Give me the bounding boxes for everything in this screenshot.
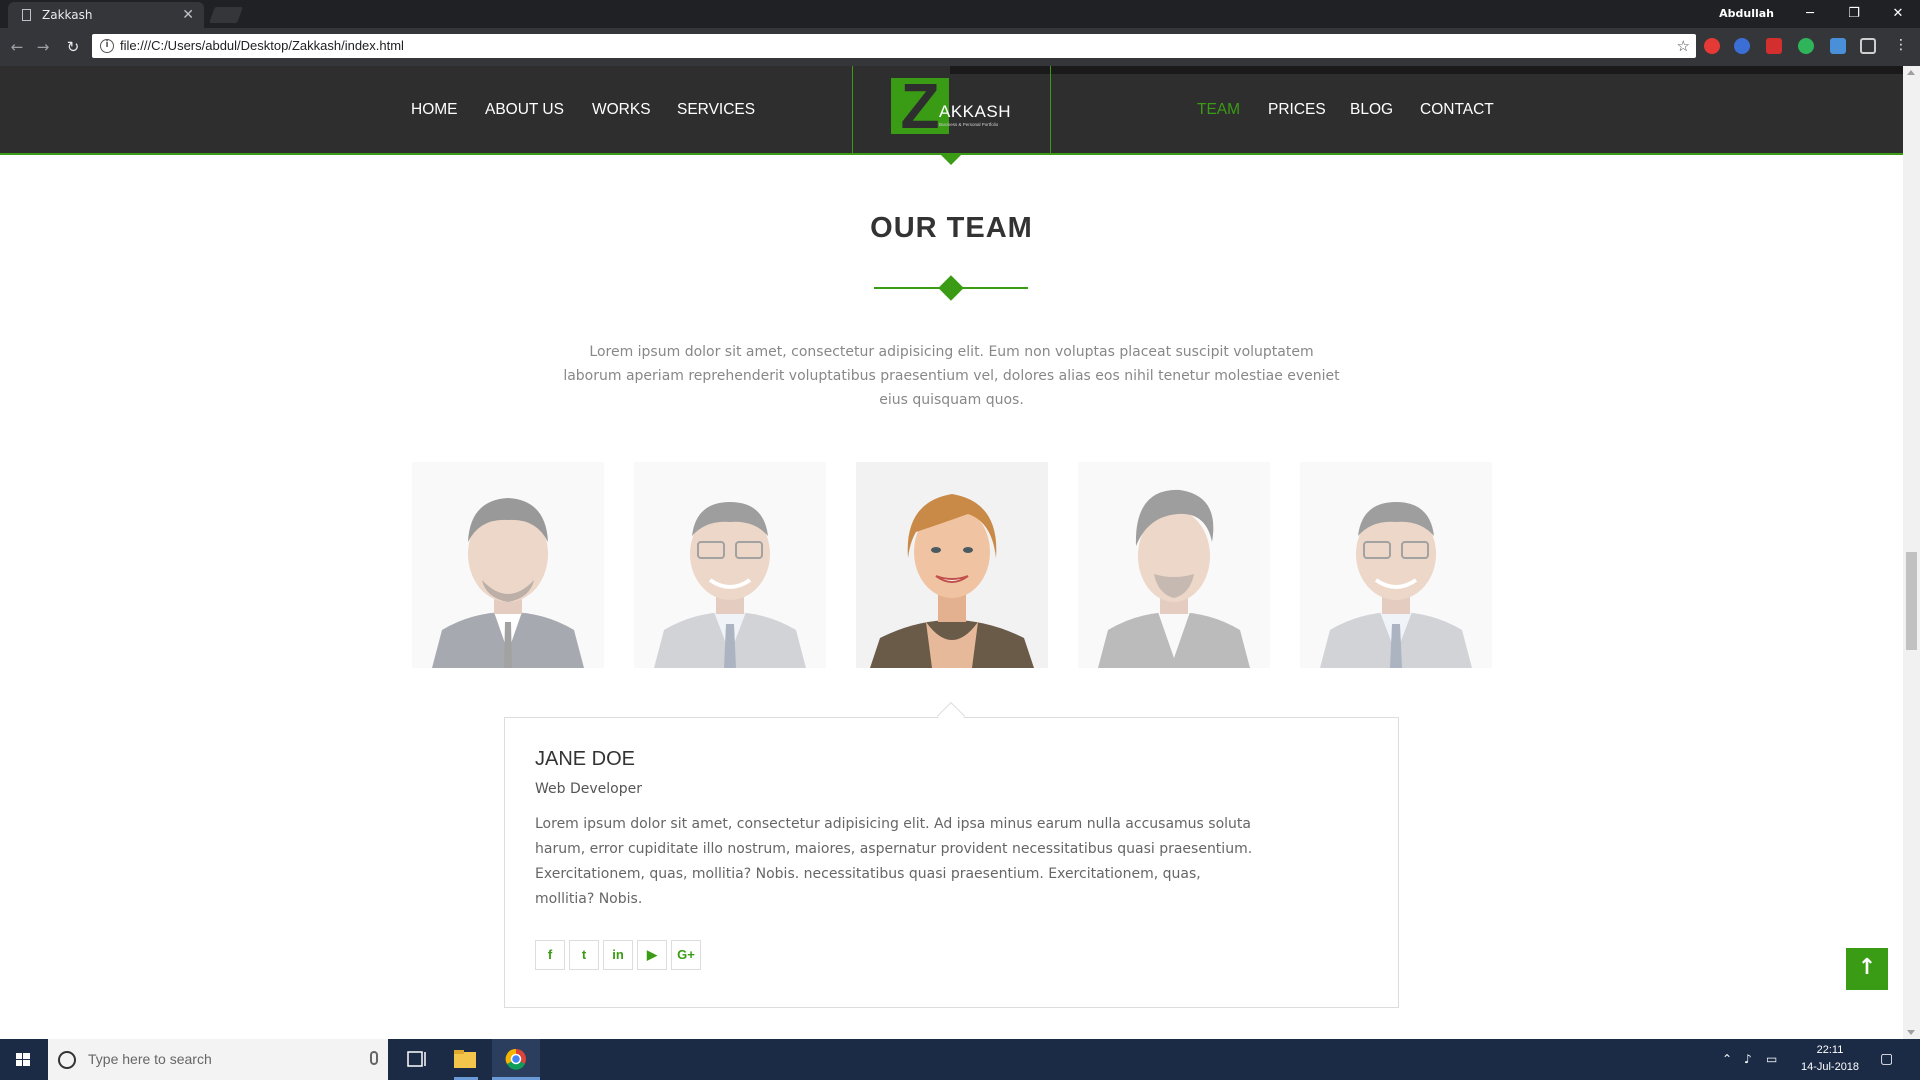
team-member-5[interactable] <box>1300 462 1492 668</box>
browser-tab[interactable]: Zakkash ✕ <box>8 2 204 28</box>
member-name: JANE DOE <box>535 748 636 770</box>
site-info-icon[interactable]: i <box>100 39 114 53</box>
nav-about-us[interactable]: ABOUT US <box>485 66 564 153</box>
nav-blog[interactable]: BLOG <box>1350 66 1393 153</box>
volume-icon[interactable]: ♪ <box>1744 1039 1752 1080</box>
title-divider-diamond <box>938 275 964 301</box>
extension-globe-icon[interactable] <box>1734 38 1750 54</box>
extension-ublock-icon[interactable] <box>1704 38 1720 54</box>
minimize-icon[interactable]: ─ <box>1788 0 1832 28</box>
google-plus-icon[interactable]: G+ <box>671 940 701 970</box>
url-text[interactable]: file:///C:/Users/abdul/Desktop/Zakkash/i… <box>120 34 404 58</box>
logo-notch <box>941 155 961 165</box>
task-view-icon[interactable] <box>392 1039 440 1080</box>
youtube-icon[interactable]: ▶ <box>637 940 667 970</box>
extension-pin-icon[interactable] <box>1860 38 1876 54</box>
nav-services[interactable]: SERVICES <box>677 66 755 153</box>
scroll-down-arrow-icon[interactable] <box>1907 1030 1915 1035</box>
profile-name[interactable]: Abdullah <box>1719 0 1774 28</box>
team-member-4[interactable] <box>1078 462 1270 668</box>
tab-title: Zakkash <box>42 8 93 22</box>
taskbar-search-input[interactable]: Type here to search <box>48 1039 388 1080</box>
team-member-3-selected[interactable] <box>856 462 1048 668</box>
facebook-icon[interactable]: f <box>535 940 565 970</box>
cortana-icon <box>58 1051 76 1069</box>
action-center-icon[interactable]: ▢ <box>1880 1039 1893 1080</box>
logo-tagline: Business & Personal Portfolio <box>939 122 999 127</box>
restore-icon[interactable]: ❐ <box>1832 0 1876 28</box>
site-logo[interactable]: Z AKKASH Business & Personal Portfolio <box>852 66 1051 155</box>
section-title: OUR TEAM <box>870 212 1033 244</box>
windows-taskbar: Type here to search ⌃ ♪ ▭ 22:11 14-Jul-2… <box>0 1039 1920 1080</box>
network-icon[interactable]: ▭ <box>1766 1039 1777 1080</box>
page-icon <box>22 9 31 21</box>
site-header: HOME ABOUT US WORKS SERVICES TEAM PRICES… <box>0 66 1903 155</box>
member-photo <box>856 462 1048 668</box>
section-intro: Lorem ipsum dolor sit amet, consectetur … <box>563 344 1340 408</box>
address-bar[interactable]: i file:///C:/Users/abdul/Desktop/Zakkash… <box>92 34 1696 58</box>
nav-home[interactable]: HOME <box>411 66 458 153</box>
scroll-up-arrow-icon[interactable] <box>1907 70 1915 75</box>
scroll-to-top-button[interactable]: ↑ <box>1846 948 1888 990</box>
page-viewport: HOME ABOUT US WORKS SERVICES TEAM PRICES… <box>0 66 1903 1039</box>
team-member-2[interactable] <box>634 462 826 668</box>
tray-chevron-icon[interactable]: ⌃ <box>1722 1039 1732 1080</box>
extension-grid-icon[interactable] <box>1830 38 1846 54</box>
team-member-1[interactable] <box>412 462 604 668</box>
search-placeholder: Type here to search <box>88 1051 212 1067</box>
clock-time: 22:11 <box>1816 1044 1844 1056</box>
browser-title-bar: Zakkash ✕ Abdullah ─ ❐ ✕ <box>0 0 1920 28</box>
page-scrollbar[interactable] <box>1903 66 1920 1039</box>
tab-close-icon[interactable]: ✕ <box>182 2 194 28</box>
member-photo <box>412 462 604 668</box>
windows-start-icon[interactable] <box>0 1039 46 1080</box>
member-bio: Lorem ipsum dolor sit amet, consectetur … <box>535 816 1253 907</box>
nav-prices[interactable]: PRICES <box>1268 66 1326 153</box>
logo-wordmark: AKKASH <box>939 102 1011 121</box>
microphone-icon[interactable] <box>370 1051 378 1065</box>
file-explorer-icon[interactable] <box>442 1039 490 1080</box>
back-icon[interactable]: ← <box>6 36 28 58</box>
nav-contact[interactable]: CONTACT <box>1420 66 1494 153</box>
nav-team[interactable]: TEAM <box>1197 66 1240 153</box>
clock-date: 14-Jul-2018 <box>1800 1061 1860 1073</box>
nav-works[interactable]: WORKS <box>592 66 651 153</box>
new-tab-button[interactable] <box>209 7 243 23</box>
extension-grammarly-icon[interactable] <box>1798 38 1814 54</box>
member-photo <box>1078 462 1270 668</box>
linkedin-icon[interactable]: in <box>603 940 633 970</box>
member-role: Web Developer <box>535 781 642 797</box>
member-photo <box>634 462 826 668</box>
member-profile-card: JANE DOE Web Developer Lorem ipsum dolor… <box>504 717 1399 1008</box>
browser-menu-icon[interactable]: ⋮ <box>1894 38 1908 54</box>
reload-icon[interactable]: ↻ <box>62 36 84 58</box>
member-photo <box>1300 462 1492 668</box>
extension-lastpass-icon[interactable] <box>1766 38 1782 54</box>
scrollbar-thumb[interactable] <box>1906 552 1917 650</box>
taskbar-clock[interactable]: 22:11 14-Jul-2018 <box>1790 1042 1870 1076</box>
forward-icon[interactable]: → <box>32 36 54 58</box>
chrome-taskbar-icon[interactable] <box>492 1039 540 1080</box>
twitter-icon[interactable]: t <box>569 940 599 970</box>
bookmark-star-icon[interactable]: ☆ <box>1677 34 1690 58</box>
close-window-icon[interactable]: ✕ <box>1876 0 1920 28</box>
